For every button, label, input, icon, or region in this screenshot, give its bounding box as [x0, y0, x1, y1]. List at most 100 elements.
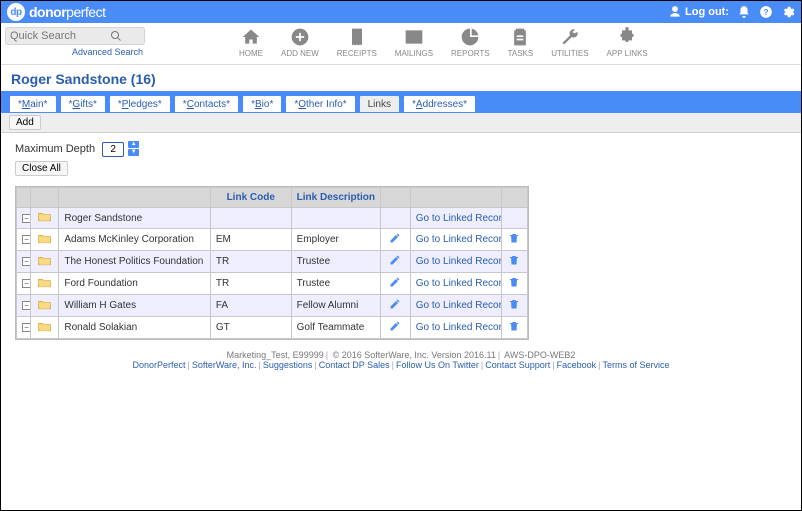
nav-add-new[interactable]: ADD NEW: [281, 27, 319, 58]
link-code: TR: [210, 251, 291, 273]
delete-icon[interactable]: [508, 302, 520, 313]
tab-links[interactable]: Links: [359, 95, 400, 112]
app-topbar: dp donorperfect Log out: ?: [1, 1, 801, 23]
tab-toolbar: Add: [1, 113, 801, 133]
table-row: −The Honest Politics FoundationTRTrustee…: [17, 251, 528, 273]
max-depth-input[interactable]: [102, 142, 124, 157]
tree-toggle-icon[interactable]: −: [22, 257, 31, 266]
col-link-code[interactable]: Link Code: [210, 188, 291, 208]
tab-other-info[interactable]: *Other Info*: [285, 95, 355, 112]
notifications-icon[interactable]: [737, 5, 751, 19]
tree-toggle-icon[interactable]: −: [22, 323, 31, 332]
links-table-wrap: Link Code Link Description − Roger Sandst…: [15, 186, 529, 340]
tab-gifts[interactable]: *Gifts*: [60, 95, 106, 112]
delete-icon[interactable]: [508, 258, 520, 269]
add-button[interactable]: Add: [9, 115, 41, 130]
tree-toggle-icon[interactable]: −: [22, 301, 31, 310]
footer-link[interactable]: SofterWare, Inc.: [192, 360, 257, 370]
link-code: TR: [210, 273, 291, 295]
tree-toggle-icon[interactable]: −: [22, 279, 31, 288]
nav-home[interactable]: HOME: [239, 27, 263, 58]
link-description: Golf Teammate: [291, 317, 380, 339]
edit-icon[interactable]: [389, 324, 401, 335]
edit-icon[interactable]: [389, 280, 401, 291]
footer-link[interactable]: Follow Us On Twitter: [396, 360, 479, 370]
max-depth-label: Maximum Depth: [15, 143, 95, 155]
nav-reports[interactable]: REPORTS: [451, 27, 490, 58]
help-icon[interactable]: ?: [759, 5, 773, 19]
edit-icon[interactable]: [389, 302, 401, 313]
go-to-linked-record-link[interactable]: Go to Linked Record: [416, 300, 501, 311]
nav-receipts[interactable]: RECEIPTS: [337, 27, 377, 58]
add-icon: [290, 27, 310, 47]
tab-addresses[interactable]: *Addresses*: [403, 95, 476, 112]
user-icon: [668, 5, 682, 19]
close-all-button[interactable]: Close All: [15, 161, 68, 176]
folder-icon: [38, 211, 51, 222]
app-logo: dp donorperfect: [7, 3, 105, 21]
edit-icon[interactable]: [389, 236, 401, 247]
folder-icon: [38, 299, 51, 310]
tab-pledges[interactable]: *Pledges*: [109, 95, 171, 112]
links-table: Link Code Link Description − Roger Sandst…: [16, 187, 528, 339]
wrench-icon: [560, 27, 580, 47]
folder-icon: [38, 321, 51, 332]
logo-badge: dp: [7, 3, 25, 21]
quick-search-input[interactable]: [10, 30, 110, 42]
nav-tasks[interactable]: TASKS: [508, 27, 534, 58]
footer-link[interactable]: Terms of Service: [602, 360, 669, 370]
max-depth-spinner[interactable]: ▲▼: [128, 141, 139, 157]
link-name: William H Gates: [59, 295, 210, 317]
spin-up-icon[interactable]: ▲: [128, 141, 139, 148]
logo-text: donorperfect: [29, 4, 105, 20]
link-code: EM: [210, 229, 291, 251]
nav-utilities[interactable]: UTILITIES: [551, 27, 588, 58]
page-footer: Marketing_Test, E99999| © 2016 SofterWar…: [1, 350, 801, 370]
delete-icon[interactable]: [508, 324, 520, 335]
tree-toggle-icon[interactable]: −: [22, 214, 31, 223]
link-name: The Honest Politics Foundation: [59, 251, 210, 273]
search-icon: [110, 30, 122, 42]
advanced-search-link[interactable]: Advanced Search: [1, 47, 143, 57]
tab-bio[interactable]: *Bio*: [242, 95, 282, 112]
tab-main[interactable]: *Main*: [9, 95, 57, 112]
link-name: Adams McKinley Corporation: [59, 229, 210, 251]
go-to-linked-record-link[interactable]: Go to Linked Record: [416, 213, 501, 224]
footer-link[interactable]: Contact DP Sales: [319, 360, 390, 370]
link-description: Fellow Alumni: [291, 295, 380, 317]
go-to-linked-record-link[interactable]: Go to Linked Record: [416, 234, 501, 245]
footer-link[interactable]: Contact Support: [485, 360, 550, 370]
folder-icon: [38, 233, 51, 244]
quick-search[interactable]: [5, 27, 145, 45]
footer-link[interactable]: DonorPerfect: [132, 360, 185, 370]
table-row: −Ford FoundationTRTrusteeGo to Linked Re…: [17, 273, 528, 295]
delete-icon[interactable]: [508, 280, 520, 291]
link-code: GT: [210, 317, 291, 339]
logout-button[interactable]: Log out:: [668, 5, 729, 19]
footer-link[interactable]: Facebook: [557, 360, 597, 370]
footer-link[interactable]: Suggestions: [263, 360, 313, 370]
tree-toggle-icon[interactable]: −: [22, 235, 31, 244]
spin-down-icon[interactable]: ▼: [128, 149, 139, 156]
donor-title: Roger Sandstone (16): [1, 65, 801, 91]
link-name: Roger Sandstone: [59, 208, 210, 229]
go-to-linked-record-link[interactable]: Go to Linked Record: [416, 256, 501, 267]
clipboard-icon: [510, 27, 530, 47]
go-to-linked-record-link[interactable]: Go to Linked Record: [416, 278, 501, 289]
link-name: Ford Foundation: [59, 273, 210, 295]
edit-icon[interactable]: [389, 258, 401, 269]
table-row: −Ronald SolakianGTGolf TeammateGo to Lin…: [17, 317, 528, 339]
settings-icon[interactable]: [781, 5, 795, 19]
tab-contacts[interactable]: *Contacts*: [174, 95, 239, 112]
nav-app-links[interactable]: APP LINKS: [607, 27, 648, 58]
mail-icon: [404, 27, 424, 47]
nav-mailings[interactable]: MAILINGS: [395, 27, 433, 58]
delete-icon[interactable]: [508, 236, 520, 247]
table-row: − Roger Sandstone Go to Linked Record: [17, 208, 528, 229]
col-link-description[interactable]: Link Description: [291, 188, 380, 208]
table-row: −Adams McKinley CorporationEMEmployerGo …: [17, 229, 528, 251]
chart-icon: [460, 27, 480, 47]
go-to-linked-record-link[interactable]: Go to Linked Record: [416, 322, 501, 333]
receipt-icon: [347, 27, 367, 47]
main-nav-row: Advanced Search HOME ADD NEW RECEIPTS MA…: [1, 23, 801, 65]
